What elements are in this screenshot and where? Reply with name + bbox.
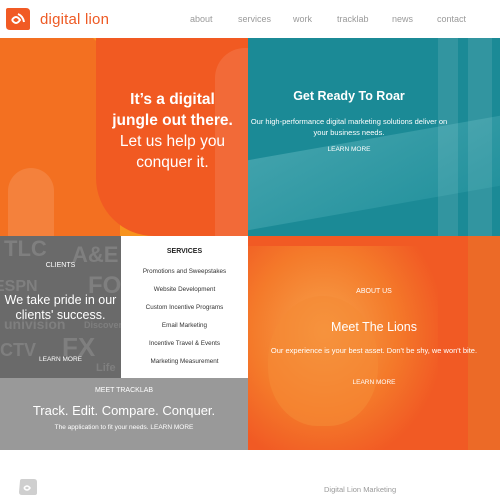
- clients-headline: We take pride in our clients' success.: [4, 293, 117, 322]
- roar-title: Get Ready To Roar: [293, 89, 405, 103]
- nav-work[interactable]: work: [293, 14, 312, 24]
- clients-learn-more-link[interactable]: LEARN MORE: [0, 356, 121, 363]
- service-item[interactable]: Promotions and Sweepstakes: [121, 268, 248, 275]
- lions-title: Meet The Lions: [331, 320, 417, 334]
- nav-news[interactable]: news: [392, 14, 413, 24]
- lions-description: Our experience is your best asset. Don't…: [270, 346, 478, 355]
- service-item[interactable]: Custom Incentive Programs: [121, 304, 248, 311]
- clients-label: CLIENTS: [45, 262, 76, 269]
- client-logo: TLC: [4, 236, 47, 261]
- services-heading: SERVICES: [166, 248, 203, 255]
- footer-logo-icon[interactable]: [18, 478, 38, 496]
- hero-headline-line-1: It’s a digital: [130, 91, 215, 108]
- decorative-shape: [8, 168, 54, 236]
- digital-lion-logo-icon[interactable]: [4, 6, 32, 32]
- service-item[interactable]: Marketing Measurement: [121, 358, 248, 365]
- roar-description: Our high-performance digital marketing s…: [250, 117, 448, 137]
- client-logo: Life: [96, 362, 116, 374]
- lions-label: ABOUT US: [356, 288, 392, 295]
- service-item[interactable]: Email Marketing: [121, 322, 248, 329]
- nav-about[interactable]: about: [190, 14, 213, 24]
- service-item[interactable]: Website Development: [121, 286, 248, 293]
- footer-company-name: Digital Lion Marketing: [324, 485, 397, 494]
- brand-name[interactable]: digital lion: [40, 11, 109, 28]
- hero-headline-line-3: Let us help you: [119, 133, 226, 150]
- nav-services[interactable]: services: [238, 14, 271, 24]
- tracklab-learn-more-link[interactable]: LEARN MORE: [150, 424, 193, 431]
- service-item[interactable]: Incentive Travel & Events: [121, 340, 248, 347]
- roar-learn-more-link[interactable]: LEARN MORE: [248, 146, 450, 153]
- tracklab-description-line: The application to fit your needs. LEARN…: [0, 424, 248, 431]
- lion-face-image: [268, 296, 378, 426]
- decorative-stripe: [468, 38, 492, 236]
- tracklab-description: The application to fit your needs.: [54, 424, 149, 431]
- hero-headline-line-4: conquer it.: [136, 154, 209, 171]
- nav-contact[interactable]: contact: [437, 14, 466, 24]
- lions-panel: [248, 236, 500, 450]
- site-footer: [0, 450, 500, 500]
- nav-tracklab[interactable]: tracklab: [337, 14, 369, 24]
- tracklab-title: Track. Edit. Compare. Conquer.: [32, 403, 216, 418]
- lions-learn-more-link[interactable]: LEARN MORE: [248, 379, 500, 386]
- tracklab-label: MEET TRACKLAB: [94, 387, 154, 394]
- decorative-stripe: [468, 236, 500, 450]
- hero-headline-line-2: jungle out there.: [112, 112, 233, 129]
